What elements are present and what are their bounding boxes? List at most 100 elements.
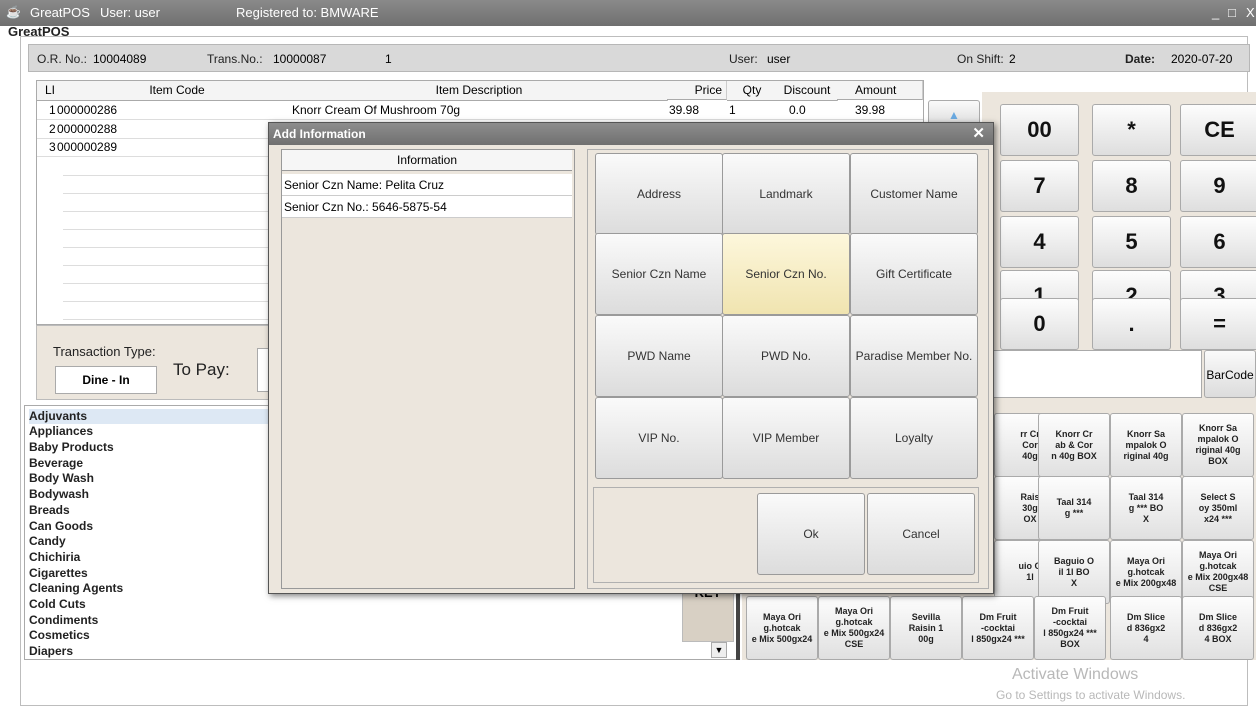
empty-row <box>63 247 292 266</box>
close-icon[interactable]: ✕ <box>972 123 985 145</box>
minimize-button[interactable]: _ <box>1212 5 1219 20</box>
address-button[interactable]: Address <box>595 153 723 235</box>
product-button[interactable]: Dm Slice d 836gx2 4 BOX <box>1182 596 1254 660</box>
key-00[interactable]: 00 <box>1000 104 1079 156</box>
product-button[interactable]: Knorr Cr ab & Cor n 40g BOX <box>1038 413 1110 477</box>
add-information-dialog: Add Information ✕ Information Senior Czn… <box>268 122 994 594</box>
window-registered: Registered to: BMWARE <box>236 5 379 20</box>
list-item[interactable]: Appliances <box>29 424 93 439</box>
empty-row <box>63 283 292 302</box>
product-button[interactable]: Knorr Sa mpalok O riginal 40g <box>1110 413 1182 477</box>
paradise-member-no-button[interactable]: Paradise Member No. <box>850 315 978 397</box>
transaction-type-label: Transaction Type: <box>53 344 156 359</box>
list-item[interactable]: Baby Products <box>29 440 114 455</box>
watermark-subtitle: Go to Settings to activate Windows. <box>996 688 1186 702</box>
cancel-button[interactable]: Cancel <box>867 493 975 575</box>
list-item[interactable]: Chichiria <box>29 550 80 565</box>
barcode-input[interactable] <box>982 350 1202 398</box>
key-5[interactable]: 5 <box>1092 216 1171 268</box>
customer-name-button[interactable]: Customer Name <box>850 153 978 235</box>
barcode-button[interactable]: BarCode <box>1204 350 1256 398</box>
pwd-no-button[interactable]: PWD No. <box>722 315 850 397</box>
key-4[interactable]: 4 <box>1000 216 1079 268</box>
trans-label: Trans.No.: <box>207 52 263 66</box>
key-equals[interactable]: = <box>1180 298 1256 350</box>
senior-czn-no-button[interactable]: Senior Czn No. <box>722 233 850 315</box>
empty-row <box>63 175 292 194</box>
row-li: 3 <box>49 140 56 154</box>
row-code: 000000289 <box>57 140 118 154</box>
list-item[interactable]: Senior Czn No.: 5646-5875-54 <box>282 196 572 218</box>
list-item[interactable]: Can Goods <box>29 519 93 534</box>
transaction-type-button[interactable]: Dine - In <box>55 366 157 394</box>
list-item[interactable]: Cosmetics <box>29 628 90 643</box>
product-button[interactable]: Dm Fruit -cocktai l 850gx24 *** BOX <box>1034 596 1106 660</box>
user-label: User: <box>729 52 758 66</box>
list-item[interactable]: Diapers <box>29 644 73 659</box>
table-row[interactable]: 1 000000286 Knorr Cream Of Mushroom 70g … <box>37 101 923 120</box>
dropdown-arrow-icon[interactable]: ▼ <box>711 642 727 658</box>
vip-no-button[interactable]: VIP No. <box>595 397 723 479</box>
key-0[interactable]: 0 <box>1000 298 1079 350</box>
landmark-button[interactable]: Landmark <box>722 153 850 235</box>
product-button[interactable]: Maya Ori g.hotcak e Mix 500gx24 CSE <box>818 596 890 660</box>
key-multiply[interactable]: * <box>1092 104 1171 156</box>
vip-member-button[interactable]: VIP Member <box>722 397 850 479</box>
col-item-description: Item Description <box>291 81 668 101</box>
key-7[interactable]: 7 <box>1000 160 1079 212</box>
col-li: LI <box>37 81 64 101</box>
row-li: 2 <box>49 122 56 136</box>
list-item[interactable]: Breads <box>29 503 70 518</box>
list-item[interactable]: Body Wash <box>29 471 94 486</box>
product-button[interactable]: Taal 314 g *** <box>1038 476 1110 540</box>
pwd-name-button[interactable]: PWD Name <box>595 315 723 397</box>
list-item[interactable]: Cold Cuts <box>29 597 86 612</box>
key-9[interactable]: 9 <box>1180 160 1256 212</box>
watermark-title: Activate Windows <box>1012 666 1139 683</box>
col-price: Price <box>667 81 727 100</box>
product-button[interactable]: Knorr Sa mpalok O riginal 40g BOX <box>1182 413 1254 477</box>
close-button[interactable]: X <box>1246 5 1255 20</box>
product-button[interactable]: Dm Slice d 836gx2 4 <box>1110 596 1182 660</box>
list-item[interactable]: Beverage <box>29 456 83 471</box>
info-header: Information <box>282 150 572 171</box>
product-button[interactable]: Dm Fruit -cocktai l 850gx24 *** <box>962 596 1034 660</box>
to-pay-label: To Pay: <box>173 360 230 379</box>
key-6[interactable]: 6 <box>1180 216 1256 268</box>
empty-row <box>63 193 292 212</box>
shift-label: On Shift: <box>957 52 1004 66</box>
col-amount: Amount <box>837 81 923 100</box>
user-value: user <box>767 52 791 66</box>
list-item[interactable]: Senior Czn Name: Pelita Cruz <box>282 174 572 196</box>
col-item-code: Item Code <box>63 81 292 101</box>
or-value: 10004089 <box>93 52 147 66</box>
list-item[interactable]: Cigarettes <box>29 566 88 581</box>
key-decimal[interactable]: . <box>1092 298 1171 350</box>
list-item[interactable]: Cleaning Agents <box>29 581 123 596</box>
row-desc: Knorr Cream Of Mushroom 70g <box>292 103 461 117</box>
list-item[interactable]: Bodywash <box>29 487 89 502</box>
product-button[interactable]: Maya Ori g.hotcak e Mix 200gx48 <box>1110 540 1182 604</box>
header-bar: O.R. No.: 10004089 Trans.No.: 10000087 1… <box>28 44 1250 72</box>
product-button[interactable]: Maya Ori g.hotcak e Mix 500gx24 <box>746 596 818 660</box>
title-bar: ☕ GreatPOS User: user Registered to: BMW… <box>0 0 1256 26</box>
key-8[interactable]: 8 <box>1092 160 1171 212</box>
window-user: User: user <box>100 5 160 20</box>
row-discount: 0.0 <box>789 103 806 117</box>
senior-czn-name-button[interactable]: Senior Czn Name <box>595 233 723 315</box>
list-item[interactable]: Condiments <box>29 613 98 628</box>
key-ce[interactable]: CE <box>1180 104 1256 156</box>
gift-certificate-button[interactable]: Gift Certificate <box>850 233 978 315</box>
empty-row <box>63 301 292 320</box>
product-button[interactable]: Select S oy 350ml x24 *** <box>1182 476 1254 540</box>
ok-button[interactable]: Ok <box>757 493 865 575</box>
product-button[interactable]: Maya Ori g.hotcak e Mix 200gx48 CSE <box>1182 540 1254 604</box>
product-button[interactable]: Sevilla Raisin 1 00g <box>890 596 962 660</box>
maximize-button[interactable]: □ <box>1228 5 1236 20</box>
row-code: 000000288 <box>57 122 118 136</box>
product-button[interactable]: Taal 314 g *** BO X <box>1110 476 1182 540</box>
product-button[interactable]: Baguio O il 1l BO X <box>1038 540 1110 604</box>
loyalty-button[interactable]: Loyalty <box>850 397 978 479</box>
list-item[interactable]: Candy <box>29 534 66 549</box>
arrow-up-icon: ▲ <box>948 108 960 122</box>
